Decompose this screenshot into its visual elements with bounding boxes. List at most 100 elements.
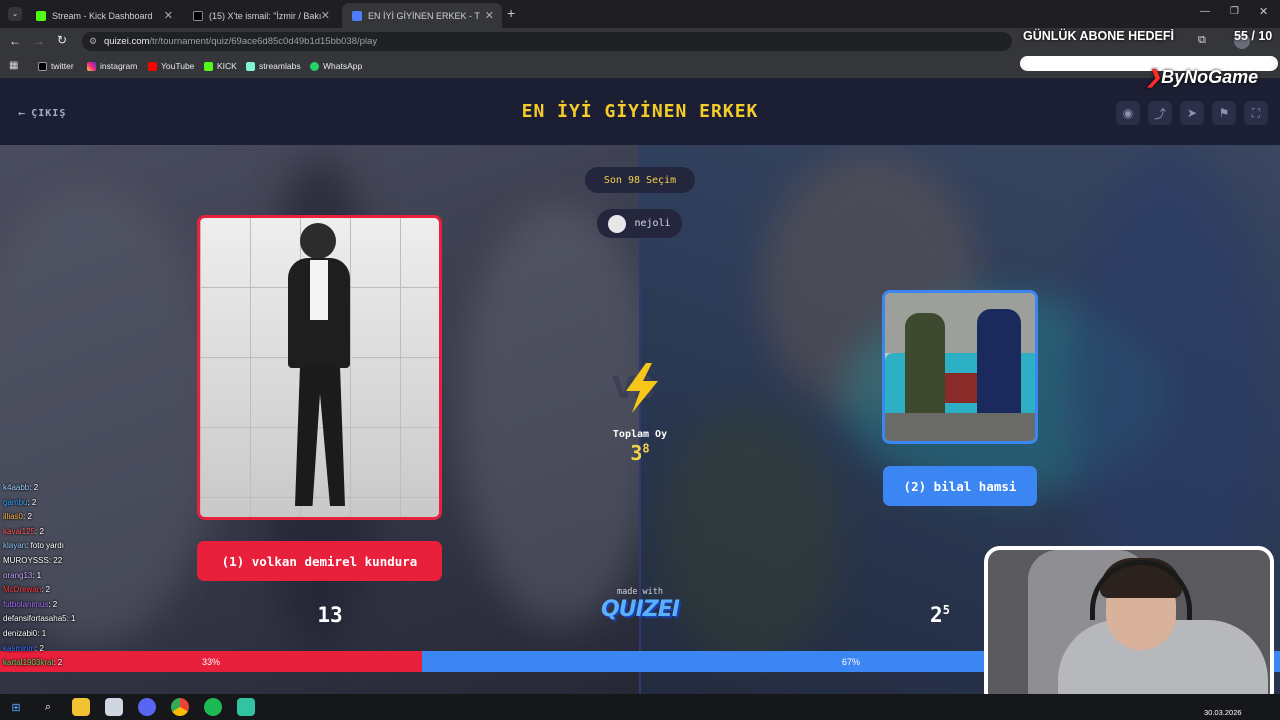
chat-text: : 1: [32, 570, 42, 580]
person-left: [905, 313, 945, 423]
quiz-title: EN İYİ GİYİNEN ERKEK: [521, 101, 759, 122]
spotify-icon[interactable]: [204, 698, 222, 716]
tab-x-post[interactable]: (15) X'te ismail: "İzmir / Bakırça… ✕: [183, 3, 338, 28]
chat-message: orang13: 1: [3, 571, 153, 586]
bookmark-youtube[interactable]: YouTube: [148, 61, 194, 71]
total-votes-label: Toplam Oy: [612, 429, 668, 440]
youtube-icon: [148, 61, 157, 71]
new-tab-button[interactable]: +: [507, 5, 515, 21]
chat-text: : 2: [53, 658, 63, 668]
forward-icon[interactable]: →: [33, 34, 45, 48]
chat-username[interactable]: kasmirim: [3, 644, 35, 653]
whatsapp-icon: [310, 61, 319, 71]
total-votes-value: 38: [630, 441, 650, 465]
chat-username[interactable]: kavai125: [3, 527, 35, 536]
contestant-1-button[interactable]: (1) volkan demirel kundura: [197, 541, 442, 581]
instagram-icon: [87, 61, 96, 71]
close-icon[interactable]: ✕: [485, 9, 494, 22]
chat-message: kasmirim: 2: [3, 644, 153, 659]
eye-icon: ◉: [1122, 106, 1134, 120]
site-info-icon[interactable]: ⚙: [89, 32, 97, 51]
kick-icon: [36, 10, 46, 21]
reload-icon[interactable]: ↻: [57, 33, 67, 47]
lightning-icon: [626, 363, 658, 413]
bookmark-kick[interactable]: KICK: [204, 61, 237, 71]
chrome-icon[interactable]: [171, 698, 189, 716]
tab-search-button[interactable]: ⌄: [8, 7, 22, 21]
windows-taskbar: ⊞ ⌕ 30.03.2026: [0, 694, 1280, 720]
url-field[interactable]: ⚙ quizei.com/tr/tournament/quiz/69ace6d8…: [82, 32, 1012, 51]
chat-text: : 22: [48, 555, 63, 565]
contestant-2-button[interactable]: (2) bilal hamsi: [883, 466, 1037, 506]
chat-text: : 2: [48, 599, 58, 609]
exit-button[interactable]: ← ÇIKIŞ: [18, 106, 66, 120]
ground: [885, 413, 1035, 441]
file-explorer-icon[interactable]: [72, 698, 90, 716]
chat-text: : 2: [41, 585, 51, 595]
avatar: [608, 214, 627, 233]
streamlabs-icon[interactable]: [237, 698, 255, 716]
chat-username[interactable]: illias0: [3, 512, 23, 521]
discord-icon[interactable]: [138, 698, 156, 716]
search-icon[interactable]: ⌕: [39, 698, 57, 716]
goal-count: 55 / 10: [1234, 29, 1273, 43]
app-icon[interactable]: [105, 698, 123, 716]
chat-text: : 2: [27, 497, 37, 507]
close-icon[interactable]: ✕: [164, 9, 173, 22]
x-icon: [38, 61, 47, 71]
user-pill: nejoli: [597, 209, 682, 238]
windows-start-icon[interactable]: ⊞: [7, 698, 25, 716]
report-button[interactable]: ⚑: [1212, 101, 1236, 125]
goal-title: GÜNLÜK ABONE HEDEFİ: [1023, 29, 1174, 43]
url-path: /tr/tournament/quiz/69ace6d85c0d49b1d15b…: [149, 36, 378, 47]
chat-username[interactable]: MUROYSSS: [3, 556, 49, 565]
chat-username[interactable]: denizabi0: [3, 629, 37, 638]
chat-text: : 1: [37, 628, 47, 638]
url-host: quizei.com: [104, 36, 150, 47]
chat-message: illias0: 2: [3, 512, 153, 527]
contestant-1-photo[interactable]: [197, 215, 442, 520]
chat-username[interactable]: gambu: [3, 498, 27, 507]
person-right: [977, 309, 1021, 429]
chat-username[interactable]: klayan: [3, 541, 26, 550]
chat-text: : 1: [66, 614, 76, 624]
chat-username[interactable]: kartal1903kral: [3, 658, 53, 667]
chat-message: defansifortasaha5: 1: [3, 614, 153, 629]
back-icon[interactable]: ←: [9, 34, 21, 48]
goal-brand-logo: ❯ByNoGame: [1146, 67, 1259, 87]
chat-message: kavai125: 2: [3, 527, 153, 542]
tab-kick-dashboard[interactable]: Stream - Kick Dashboard ✕: [26, 3, 181, 28]
chat-message: denizabi0: 1: [3, 629, 153, 644]
bg-shape: [460, 205, 660, 625]
bookmark-twitter[interactable]: twitter: [38, 61, 74, 71]
brand-mark-icon: ❯: [1146, 67, 1162, 87]
tab-quiz[interactable]: EN İYİ GİYİNEN ERKEK - Tier Li… ✕: [342, 3, 502, 28]
chat-message: McDrewan: 2: [3, 585, 153, 600]
quizei-logo: QUIZEI: [601, 597, 680, 622]
bookmark-streamlabs[interactable]: streamlabs: [246, 61, 301, 71]
chat-message: futbolanimus: 2: [3, 600, 153, 615]
made-with-label: made with: [616, 587, 664, 597]
chat-username[interactable]: McDrewan: [3, 585, 41, 594]
apps-grid-icon[interactable]: ▦: [9, 60, 18, 71]
chat-username[interactable]: orang13: [3, 571, 32, 580]
bookmark-whatsapp[interactable]: WhatsApp: [310, 61, 362, 71]
close-window-icon[interactable]: ✕: [1259, 5, 1268, 18]
contestant-1-votes: 13: [317, 603, 343, 627]
contestant-2-photo[interactable]: [882, 290, 1038, 444]
minimize-icon[interactable]: —: [1200, 6, 1210, 17]
x-icon: [193, 10, 203, 21]
chat-text: : foto yardı: [26, 541, 64, 551]
close-icon[interactable]: ✕: [321, 9, 330, 22]
chat-username[interactable]: k4aabb: [3, 483, 29, 492]
send-icon: ➤: [1186, 106, 1198, 120]
view-button[interactable]: ◉: [1116, 101, 1140, 125]
share-button[interactable]: ⤴: [1148, 101, 1172, 125]
streamlabs-icon: [246, 61, 255, 71]
fullscreen-button[interactable]: ⛶: [1244, 101, 1268, 125]
maximize-icon[interactable]: ❐: [1230, 6, 1239, 17]
chat-username[interactable]: futbolanimus: [3, 600, 48, 609]
chat-username[interactable]: defansifortasaha5: [3, 614, 67, 623]
send-button[interactable]: ➤: [1180, 101, 1204, 125]
bookmark-instagram[interactable]: instagram: [87, 61, 137, 71]
